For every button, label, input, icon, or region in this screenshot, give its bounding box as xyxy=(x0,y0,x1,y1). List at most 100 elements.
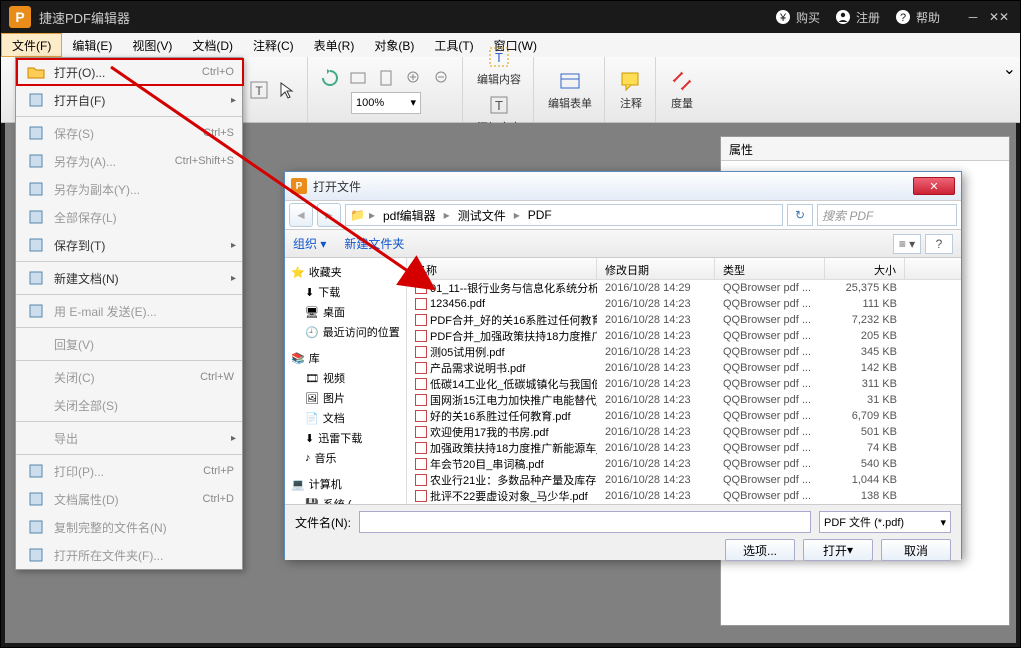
view-button[interactable]: ≡ ▾ xyxy=(893,234,921,254)
save-to-icon xyxy=(24,235,48,255)
side-xunlei[interactable]: ⬇迅雷下载 xyxy=(289,428,402,448)
crumb-0[interactable]: pdf编辑器 xyxy=(379,207,440,224)
menu-item-23[interactable]: 打开所在文件夹(F)... xyxy=(16,541,242,569)
file-size: 142 KB xyxy=(825,362,905,374)
organize-button[interactable]: 组织 ▾ xyxy=(293,235,326,252)
minimize-button[interactable]: ─ xyxy=(960,7,986,27)
rotate-icon[interactable] xyxy=(318,66,342,90)
help-icon: ? xyxy=(894,8,912,26)
maximize-button[interactable]: ✕✕ xyxy=(986,7,1012,27)
dialog-close-button[interactable]: ✕ xyxy=(913,177,955,195)
file-row[interactable]: 测05试用例.pdf2016/10/28 14:23QQBrowser pdf … xyxy=(407,344,961,360)
newfolder-button[interactable]: 新建文件夹 xyxy=(344,235,404,252)
open-button[interactable]: 打开 ▾ xyxy=(803,539,873,561)
side-pictures[interactable]: 🖼图片 xyxy=(289,388,402,408)
menu-item-13[interactable]: 回复(V) xyxy=(16,330,242,358)
menu-item-22[interactable]: 复制完整的文件名(N) xyxy=(16,513,242,541)
menu-item-shortcut: Ctrl+Shift+S xyxy=(175,155,234,167)
file-row[interactable]: 批评不22要虚设对象_马少华.pdf2016/10/28 14:23QQBrow… xyxy=(407,488,961,504)
file-row[interactable]: PDF合并_加强政策扶持18力度推广新能...2016/10/28 14:23Q… xyxy=(407,328,961,344)
menu-item-15[interactable]: 关闭(C)Ctrl+W xyxy=(16,363,242,391)
menu-item-9[interactable]: 新建文档(N)▸ xyxy=(16,264,242,292)
menu-document[interactable]: 文档(D) xyxy=(182,33,243,57)
side-downloads[interactable]: ⬇下载 xyxy=(289,282,402,302)
menu-item-21[interactable]: 文档属性(D)Ctrl+D xyxy=(16,485,242,513)
chevron-down-icon: ▾ xyxy=(410,96,416,109)
file-row[interactable]: 123456.pdf2016/10/28 14:23QQBrowser pdf … xyxy=(407,296,961,312)
menu-item-20[interactable]: 打印(P)...Ctrl+P xyxy=(16,457,242,485)
pointer-icon[interactable] xyxy=(275,78,299,102)
zoom-in-icon[interactable] xyxy=(402,66,426,90)
col-date[interactable]: 修改日期 xyxy=(597,258,715,279)
side-documents[interactable]: 📄文档 xyxy=(289,408,402,428)
file-row[interactable]: 好的关16系胜过任何教育.pdf2016/10/28 14:23QQBrowse… xyxy=(407,408,961,424)
cancel-button[interactable]: 取消 xyxy=(881,539,951,561)
file-row[interactable]: 01_11--银行业务与信息化系统分析（重...2016/10/28 14:29… xyxy=(407,280,961,296)
fit-width-icon[interactable] xyxy=(346,66,370,90)
text-cursor-icon[interactable]: T xyxy=(247,78,271,102)
col-type[interactable]: 类型 xyxy=(715,258,825,279)
side-system[interactable]: 💾系统 ( xyxy=(289,494,402,504)
menu-item-16[interactable]: 关闭全部(S) xyxy=(16,391,242,419)
menu-item-6[interactable]: 全部保存(L) xyxy=(16,203,242,231)
fit-page-icon[interactable] xyxy=(374,66,398,90)
props-icon xyxy=(24,489,48,509)
col-name[interactable]: 名称 xyxy=(407,258,597,279)
annotate-button[interactable]: 注释 xyxy=(615,67,647,113)
side-libraries[interactable]: 📚库 xyxy=(289,348,402,368)
file-row[interactable]: 国网浙15江电力加快推广电能替代_项丹...2016/10/28 14:23QQ… xyxy=(407,392,961,408)
menu-object[interactable]: 对象(B) xyxy=(364,33,424,57)
pdf-file-icon xyxy=(415,346,427,358)
menu-item-7[interactable]: 保存到(T)▸ xyxy=(16,231,242,259)
menu-item-3[interactable]: 保存(S)Ctrl+S xyxy=(16,119,242,147)
dialog-app-icon: P xyxy=(291,178,307,194)
nav-back-button[interactable]: ◄ xyxy=(289,203,313,227)
menu-item-1[interactable]: 打开自(F)▸ xyxy=(16,86,242,114)
filetype-filter[interactable]: PDF 文件 (*.pdf)▾ xyxy=(819,511,951,533)
search-input[interactable]: 搜索 PDF xyxy=(817,204,957,226)
file-row[interactable]: 低碳14工业化_低碳城镇化与我国低碳经...2016/10/28 14:23QQ… xyxy=(407,376,961,392)
file-row[interactable]: 欢迎使用17我的书房.pdf2016/10/28 14:23QQBrowser … xyxy=(407,424,961,440)
register-button[interactable]: 注册 xyxy=(834,8,880,26)
file-type: QQBrowser pdf ... xyxy=(715,298,825,310)
nav-fwd-button[interactable]: ► xyxy=(317,203,341,227)
file-date: 2016/10/28 14:23 xyxy=(597,458,715,470)
side-recent[interactable]: 🕘最近访问的位置 xyxy=(289,322,402,342)
side-desktop[interactable]: 🖥桌面 xyxy=(289,302,402,322)
refresh-button[interactable]: ↻ xyxy=(787,204,813,226)
menu-form[interactable]: 表单(R) xyxy=(304,33,365,57)
help-button[interactable]: ? 帮助 xyxy=(894,8,940,26)
edit-form-button[interactable]: 编辑表单 xyxy=(544,67,596,113)
menu-item-18[interactable]: 导出▸ xyxy=(16,424,242,452)
menu-item-0[interactable]: 打开(O)...Ctrl+O xyxy=(16,58,242,86)
menu-view[interactable]: 视图(V) xyxy=(122,33,182,57)
side-computer[interactable]: 💻计算机 xyxy=(289,474,402,494)
edit-content-button[interactable]: T编辑内容 xyxy=(473,43,525,89)
file-row[interactable]: PDF合并_好的关16系胜过任何教育_农业...2016/10/28 14:23… xyxy=(407,312,961,328)
zoom-out-icon[interactable] xyxy=(430,66,454,90)
menu-annotate[interactable]: 注释(C) xyxy=(243,33,304,57)
zoom-combo[interactable]: 100%▾ xyxy=(351,92,421,114)
col-size[interactable]: 大小 xyxy=(825,258,905,279)
side-videos[interactable]: 🎞视频 xyxy=(289,368,402,388)
file-row[interactable]: 加强政策扶持18力度推广新能源车_武建...2016/10/28 14:23QQ… xyxy=(407,440,961,456)
measure-button[interactable]: 度量 xyxy=(666,67,698,113)
file-row[interactable]: 农业行21业：多数品种产量及库存消费...2016/10/28 14:23QQB… xyxy=(407,472,961,488)
help2-button[interactable]: ? xyxy=(925,234,953,254)
side-music[interactable]: ♪音乐 xyxy=(289,448,402,468)
menu-item-4[interactable]: 另存为(A)...Ctrl+Shift+S xyxy=(16,147,242,175)
file-row[interactable]: 产品需求说明书.pdf2016/10/28 14:23QQBrowser pdf… xyxy=(407,360,961,376)
menu-item-11[interactable]: 用 E-mail 发送(E)... xyxy=(16,297,242,325)
menu-edit[interactable]: 编辑(E) xyxy=(62,33,122,57)
options-button[interactable]: 选项... xyxy=(725,539,795,561)
buy-button[interactable]: ¥ 购买 xyxy=(774,8,820,26)
breadcrumb-path[interactable]: 📁 ▸ pdf编辑器 ▸ 测试文件 ▸ PDF xyxy=(345,204,783,226)
menu-file[interactable]: 文件(F) xyxy=(1,33,62,57)
toolbar-chevron-icon[interactable]: ⌄ xyxy=(1003,59,1016,79)
file-row[interactable]: 年会节20目_串词稿.pdf2016/10/28 14:23QQBrowser … xyxy=(407,456,961,472)
crumb-2[interactable]: PDF xyxy=(524,208,556,222)
side-favorites[interactable]: ⭐收藏夹 xyxy=(289,262,402,282)
menu-item-5[interactable]: 另存为副本(Y)... xyxy=(16,175,242,203)
filename-input[interactable] xyxy=(359,511,811,533)
crumb-1[interactable]: 测试文件 xyxy=(454,207,510,224)
